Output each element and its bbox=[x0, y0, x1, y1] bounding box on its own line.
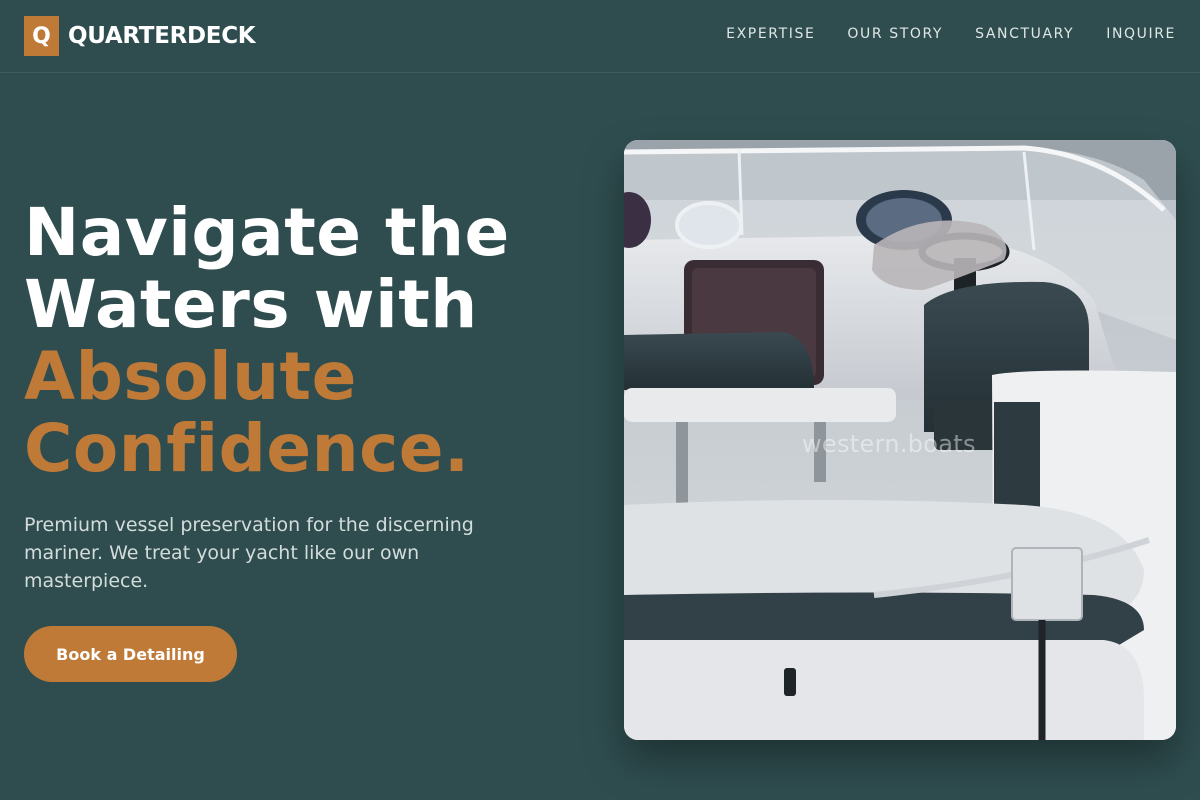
image-watermark: western.boats bbox=[802, 430, 976, 458]
brand-logo[interactable]: Q QUARTERDECK bbox=[24, 16, 256, 56]
nav-link-our-story[interactable]: OUR STORY bbox=[847, 25, 943, 43]
hero-title-accent-line-2: Confidence. bbox=[24, 410, 470, 487]
nav-link-expertise[interactable]: EXPERTISE bbox=[726, 25, 815, 43]
hero-title-accent-line-1: Absolute bbox=[24, 338, 357, 415]
main-nav: EXPERTISE OUR STORY SANCTUARY INQUIRE bbox=[726, 25, 1176, 43]
boat-cockpit-photo: western.boats bbox=[624, 140, 1176, 740]
brand-name: QUARTERDECK bbox=[68, 23, 256, 49]
hero-title: Navigate the Waters with Absolute Confid… bbox=[24, 197, 604, 485]
nav-link-inquire[interactable]: INQUIRE bbox=[1106, 25, 1176, 43]
landing-page: Q QUARTERDECK EXPERTISE OUR STORY SANCTU… bbox=[0, 0, 1200, 800]
hero-title-line-1: Navigate the bbox=[24, 194, 510, 271]
hero-subtitle: Premium vessel preservation for the disc… bbox=[24, 514, 474, 592]
hero-title-line-2: Waters with bbox=[24, 266, 478, 343]
nav-link-sanctuary[interactable]: SANCTUARY bbox=[975, 25, 1074, 43]
logo-mark: Q bbox=[24, 16, 59, 56]
book-detailing-button[interactable]: Book a Detailing bbox=[24, 626, 237, 682]
site-header: Q QUARTERDECK EXPERTISE OUR STORY SANCTU… bbox=[0, 0, 1200, 73]
